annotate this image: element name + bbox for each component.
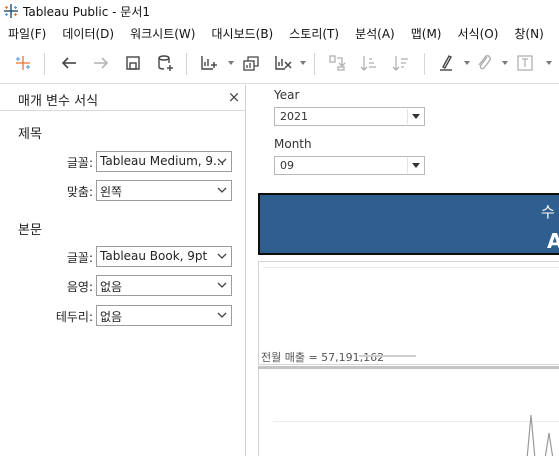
body-border-value: 없음 — [100, 310, 123, 324]
title-bar: Tableau Public - 문서1 — [0, 0, 559, 22]
banner-title-text-secondary: A — [547, 229, 559, 253]
title-align-value: 왼쪽 — [100, 185, 123, 199]
highlight-dropdown[interactable] — [464, 61, 470, 65]
worksheet-kpi-area — [263, 267, 559, 347]
banner-title-text: 수 — [541, 203, 555, 221]
title-section-heading: 제목 — [18, 127, 42, 142]
toolbar-separator — [186, 53, 187, 75]
swap-icon[interactable] — [326, 52, 348, 74]
format-pane-title: 매개 변수 서식 — [18, 94, 99, 109]
sort-ascending-icon[interactable] — [358, 52, 380, 74]
group-icon[interactable] — [474, 52, 496, 74]
close-icon[interactable]: × — [226, 88, 242, 106]
toolbar-separator — [314, 53, 315, 75]
body-border-select[interactable]: 없음 — [96, 305, 232, 326]
year-filter-select[interactable]: 2021 — [274, 107, 425, 126]
toolbar-separator — [424, 53, 425, 75]
save-icon[interactable] — [122, 52, 144, 74]
sort-descending-icon[interactable] — [390, 52, 412, 74]
dropdown-arrow-icon — [407, 158, 423, 173]
menu-format[interactable]: 서식(O) — [450, 25, 507, 42]
chevron-down-icon — [217, 158, 227, 164]
worksheet-line-chart[interactable] — [258, 369, 559, 456]
labels-icon[interactable] — [514, 52, 536, 74]
new-worksheet-dropdown[interactable] — [228, 61, 234, 65]
body-font-select[interactable]: Tableau Book, 9pt — [96, 246, 232, 267]
menu-story[interactable]: 스토리(T) — [281, 25, 347, 42]
group-dropdown[interactable] — [502, 61, 508, 65]
body-border-label: 테두리: — [55, 310, 93, 324]
tableau-window: Tableau Public - 문서1 파일(F) 데이터(D) 워크시트(W… — [0, 0, 559, 456]
redo-icon[interactable] — [90, 52, 112, 74]
menu-map[interactable]: 맵(M) — [403, 25, 450, 42]
body-section-heading: 본문 — [18, 223, 42, 238]
dropdown-arrow-icon — [407, 109, 423, 124]
format-pane: 매개 변수 서식 × 제목 글꼴: Tableau Medium, 9... 맞… — [0, 85, 246, 456]
toolbar-separator — [44, 53, 45, 75]
chevron-down-icon — [217, 282, 227, 288]
clear-sheet-dropdown[interactable] — [300, 61, 306, 65]
chevron-down-icon — [217, 187, 227, 193]
new-worksheet-icon[interactable] — [198, 52, 220, 74]
title-align-label: 맞춤: — [66, 185, 93, 199]
title-font-value: Tableau Medium, 9... — [100, 154, 225, 168]
menu-data[interactable]: 데이터(D) — [54, 25, 122, 42]
new-data-source-icon[interactable] — [154, 52, 176, 74]
body-font-label: 글꼴: — [66, 251, 93, 265]
month-filter-label: Month — [274, 137, 312, 151]
dashboard-title-banner[interactable] — [258, 193, 559, 255]
toolbar — [0, 44, 559, 84]
highlight-icon[interactable] — [436, 52, 458, 74]
kpi-underline — [359, 355, 416, 357]
body-shading-label: 음영: — [66, 280, 93, 294]
month-filter-value: 09 — [280, 159, 294, 172]
menu-window[interactable]: 창(N) — [506, 25, 551, 42]
chevron-down-icon — [217, 312, 227, 318]
format-pane-header: 매개 변수 서식 × — [0, 85, 246, 111]
menu-file[interactable]: 파일(F) — [0, 25, 54, 42]
body-font-value: Tableau Book, 9pt — [100, 249, 208, 263]
title-align-select[interactable]: 왼쪽 — [96, 180, 232, 201]
title-font-select[interactable]: Tableau Medium, 9... — [96, 151, 232, 172]
month-filter-select[interactable]: 09 — [274, 156, 425, 175]
year-filter-label: Year — [274, 88, 300, 102]
duplicate-sheet-icon[interactable] — [240, 52, 262, 74]
title-font-label: 글꼴: — [66, 156, 93, 170]
clear-sheet-icon[interactable] — [272, 52, 294, 74]
menu-analysis[interactable]: 분석(A) — [347, 25, 403, 42]
body-shading-value: 없음 — [100, 280, 123, 294]
body-shading-select[interactable]: 없음 — [96, 275, 232, 296]
tableau-logo-icon — [4, 4, 18, 18]
undo-icon[interactable] — [58, 52, 80, 74]
menu-bar: 파일(F) 데이터(D) 워크시트(W) 대시보드(B) 스토리(T) 분석(A… — [0, 22, 559, 44]
menu-dashboard[interactable]: 대시보드(B) — [203, 25, 281, 42]
dashboard-canvas: Year 2021 Month 09 수 A 전월 매출 = 57,191,16… — [247, 85, 559, 456]
menu-worksheet[interactable]: 워크시트(W) — [122, 25, 203, 42]
previous-month-sales-text: 전월 매출 = 57,191,162 — [261, 351, 385, 364]
sales-line-mark — [526, 414, 554, 456]
chevron-down-icon — [217, 253, 227, 259]
tableau-logo-icon[interactable] — [12, 52, 34, 74]
year-filter-value: 2021 — [280, 110, 308, 123]
window-title: Tableau Public - 문서1 — [23, 4, 150, 19]
labels-dropdown[interactable] — [546, 61, 552, 65]
